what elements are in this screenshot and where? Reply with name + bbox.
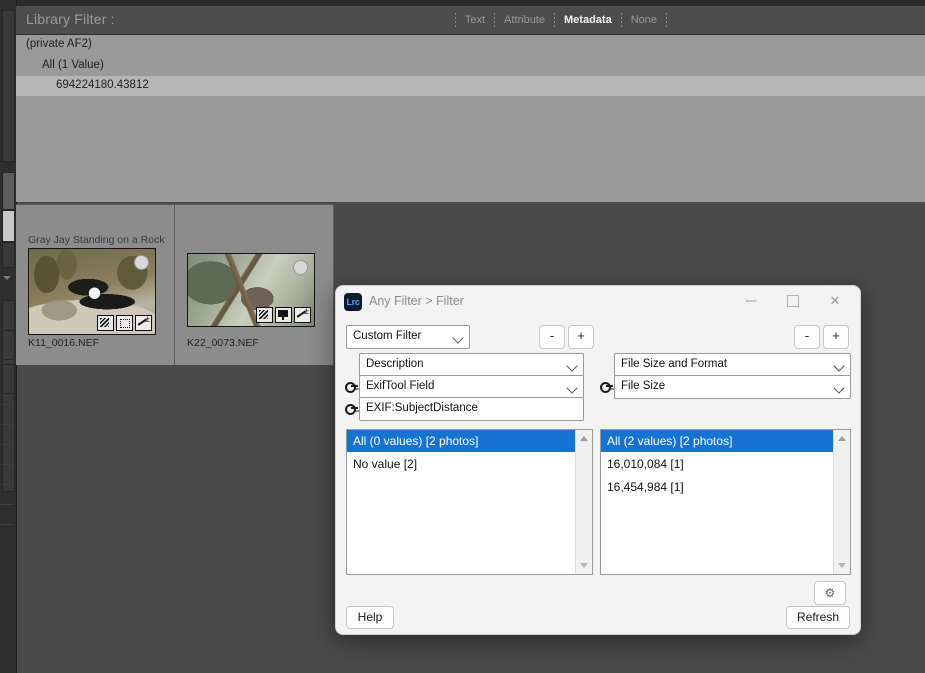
metadata-row-all-label: All (1 Value) — [42, 59, 104, 71]
filter-mode-tabs: Text Attribute Metadata None — [454, 12, 667, 29]
exif-tag-input[interactable]: EXIF:SubjectDistance — [359, 397, 584, 421]
chevron-down-icon — [452, 332, 464, 344]
metadata-column-title: (private AF2) — [26, 38, 92, 50]
list-item-label: All (2 values) [2 photos] — [607, 434, 733, 448]
rail-panel-2 — [2, 172, 15, 210]
list-item[interactable]: No value [2] — [347, 453, 592, 475]
right-values-list[interactable]: All (2 values) [2 photos] 16,010,084 [1]… — [600, 429, 851, 575]
lightroom-classic-icon: Lrc — [344, 293, 362, 311]
maximize-button[interactable] — [772, 286, 814, 316]
left-remove-criteria-button[interactable]: - — [539, 325, 565, 349]
maximize-icon — [787, 295, 799, 307]
dialog-title: Any Filter > Filter — [369, 294, 464, 308]
thumbnail-grid: Gray Jay Standing on a Rock K11_0016.NEF — [16, 204, 334, 365]
settings-button[interactable]: ⚙ — [814, 581, 846, 605]
right-list-scrollbar[interactable] — [833, 430, 850, 574]
left-field-value: ExifTool Field — [366, 380, 435, 392]
chevron-down-icon — [833, 382, 845, 394]
rail-panel-3 — [2, 242, 15, 268]
chevron-down-icon[interactable] — [3, 276, 11, 280]
key-icon — [597, 375, 615, 397]
thumbnail-badges — [256, 306, 311, 323]
list-item[interactable]: 16,454,984 [1] — [601, 476, 850, 498]
tab-separator — [666, 13, 667, 28]
tab-attribute[interactable]: Attribute — [495, 12, 554, 29]
left-panel-rail[interactable] — [0, 0, 17, 673]
metadata-filter-panel: (private AF2) All (1 Value) 694224180.43… — [16, 34, 925, 202]
minimize-icon — [745, 300, 757, 302]
refresh-button[interactable]: Refresh — [786, 606, 850, 629]
left-add-criteria-button[interactable]: + — [568, 325, 594, 349]
metadata-row-value-label: 694224180.43812 — [56, 79, 149, 91]
photo-filename: K22_0073.NEF — [187, 337, 259, 349]
metadata-column-header[interactable]: (private AF2) — [16, 34, 925, 57]
close-button[interactable]: ✕ — [814, 286, 856, 316]
tab-none[interactable]: None — [622, 12, 666, 29]
list-item-label: 16,454,984 [1] — [607, 480, 684, 494]
any-filter-dialog: Lrc Any Filter > Filter ✕ Custom Filter … — [335, 285, 861, 635]
chevron-down-icon — [833, 360, 845, 372]
left-category-select[interactable]: Description — [359, 353, 584, 377]
develop-badge-icon[interactable] — [294, 306, 311, 323]
list-item[interactable]: All (2 values) [2 photos] — [601, 430, 850, 452]
preset-select[interactable]: Custom Filter — [346, 325, 470, 349]
library-filter-bar: Library Filter : Text Attribute Metadata… — [16, 6, 925, 35]
photo-thumbnail[interactable] — [28, 248, 156, 335]
metadata-panel-empty-area — [16, 96, 925, 202]
grid-cell[interactable]: K22_0073.NEF — [175, 205, 334, 365]
rail-button-1[interactable] — [2, 330, 15, 360]
rail-button-2[interactable] — [2, 364, 15, 394]
right-add-criteria-button[interactable]: + — [823, 325, 849, 349]
help-button[interactable]: Help — [346, 606, 394, 629]
metadata-row-value[interactable]: 694224180.43812 — [16, 76, 925, 96]
photo-caption: Gray Jay Standing on a Rock — [28, 234, 165, 246]
rail-panel-highlight — [2, 210, 15, 242]
list-item-label: No value [2] — [353, 457, 418, 471]
left-field-select[interactable]: ExifTool Field — [359, 375, 584, 399]
photo-filename: K11_0016.NEF — [28, 337, 100, 349]
key-icon — [342, 375, 360, 397]
right-category-select[interactable]: File Size and Format — [614, 353, 851, 377]
tab-text[interactable]: Text — [456, 12, 494, 29]
right-field-value: File Size — [621, 380, 666, 392]
tab-metadata[interactable]: Metadata — [555, 12, 621, 29]
right-remove-criteria-button[interactable]: - — [794, 325, 820, 349]
list-item[interactable]: 16,010,084 [1] — [601, 453, 850, 475]
scroll-up-icon[interactable] — [580, 436, 588, 441]
left-values-list[interactable]: All (0 values) [2 photos] No value [2] — [346, 429, 593, 575]
scroll-down-icon[interactable] — [580, 563, 588, 568]
flag-badge-icon[interactable] — [275, 307, 292, 323]
rail-panel-1 — [2, 10, 15, 162]
chevron-down-icon — [566, 360, 578, 372]
minimize-button[interactable] — [730, 286, 772, 316]
selection-marker[interactable] — [293, 260, 308, 275]
crop-badge-icon[interactable] — [116, 315, 133, 331]
close-icon: ✕ — [829, 293, 841, 308]
gear-icon: ⚙ — [824, 586, 836, 600]
metadata-row-all[interactable]: All (1 Value) — [16, 56, 925, 76]
key-icon — [342, 397, 360, 419]
scroll-up-icon[interactable] — [838, 436, 846, 441]
exif-tag-value: EXIF:SubjectDistance — [366, 402, 478, 414]
list-item-label: 16,010,084 [1] — [607, 457, 684, 471]
right-category-value: File Size and Format — [621, 358, 728, 370]
library-filter-title: Library Filter : — [26, 11, 115, 27]
thumbnail-badges — [97, 314, 152, 331]
selection-marker[interactable] — [134, 255, 149, 270]
left-category-value: Description — [366, 358, 424, 370]
lightroom-app-window: Library Filter : Text Attribute Metadata… — [0, 0, 925, 673]
right-field-select[interactable]: File Size — [614, 375, 851, 399]
left-list-scrollbar[interactable] — [575, 430, 592, 574]
grid-cell[interactable]: Gray Jay Standing on a Rock K11_0016.NEF — [16, 205, 175, 365]
keyword-badge-icon[interactable] — [97, 315, 114, 331]
develop-badge-icon[interactable] — [135, 314, 152, 331]
chevron-down-icon — [566, 382, 578, 394]
photo-thumbnail[interactable] — [187, 253, 315, 327]
list-item-label: All (0 values) [2 photos] — [353, 434, 479, 448]
preset-select-value: Custom Filter — [353, 330, 422, 342]
list-item[interactable]: All (0 values) [2 photos] — [347, 430, 592, 452]
keyword-badge-icon[interactable] — [256, 307, 273, 323]
scroll-down-icon[interactable] — [838, 563, 846, 568]
dialog-title-bar[interactable]: Lrc Any Filter > Filter ✕ — [336, 286, 860, 318]
